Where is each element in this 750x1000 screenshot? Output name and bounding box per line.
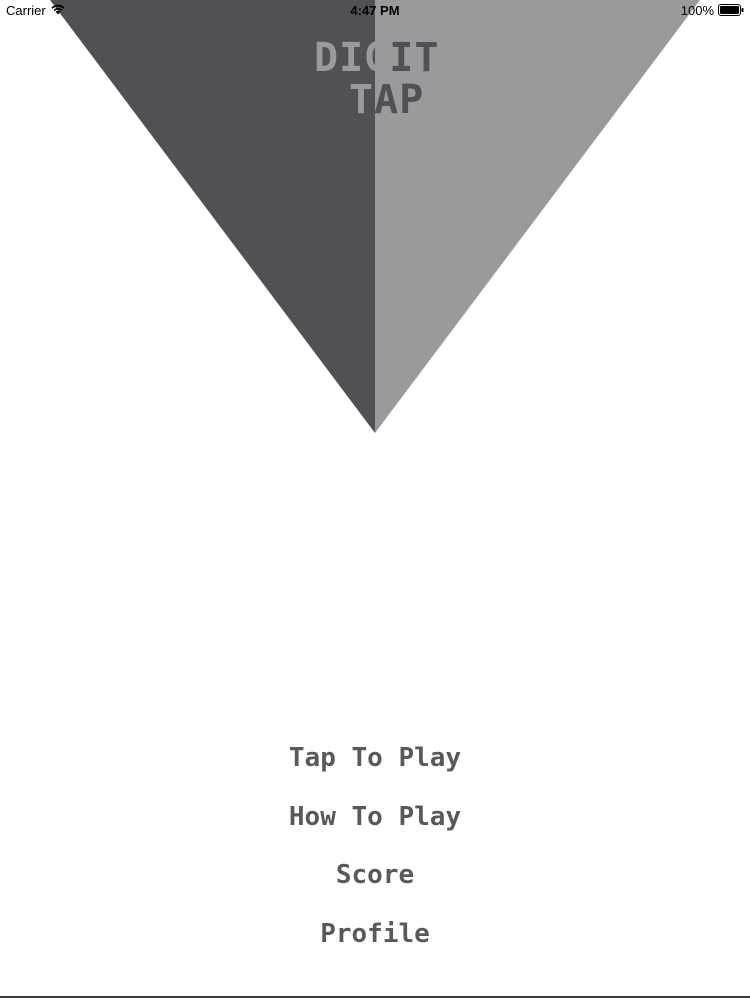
clock-time: 4:47 PM [350, 3, 400, 18]
logo-line-2-light-part: AP [374, 77, 425, 123]
battery-icon [718, 4, 744, 16]
profile-button[interactable]: Profile [225, 911, 525, 970]
logo-line-2: TAP [349, 78, 424, 122]
logo-line-1-dark-part: DIG [314, 35, 390, 81]
app-logo: DIGIT TAP [0, 0, 750, 140]
bottom-divider [0, 996, 750, 998]
logo-line-1-light-part: IT [389, 35, 440, 81]
status-bar: Carrier 4:47 PM 100% [0, 0, 750, 20]
battery-percent: 100% [680, 3, 714, 18]
main-menu: Tap To Play How To Play Score Profile [0, 735, 750, 969]
how-to-play-button[interactable]: How To Play [225, 794, 525, 853]
logo-line-2-dark-part: T [349, 77, 375, 123]
score-button[interactable]: Score [225, 852, 525, 911]
logo-line-1: DIGIT [314, 36, 439, 80]
tap-to-play-button[interactable]: Tap To Play [225, 735, 525, 794]
